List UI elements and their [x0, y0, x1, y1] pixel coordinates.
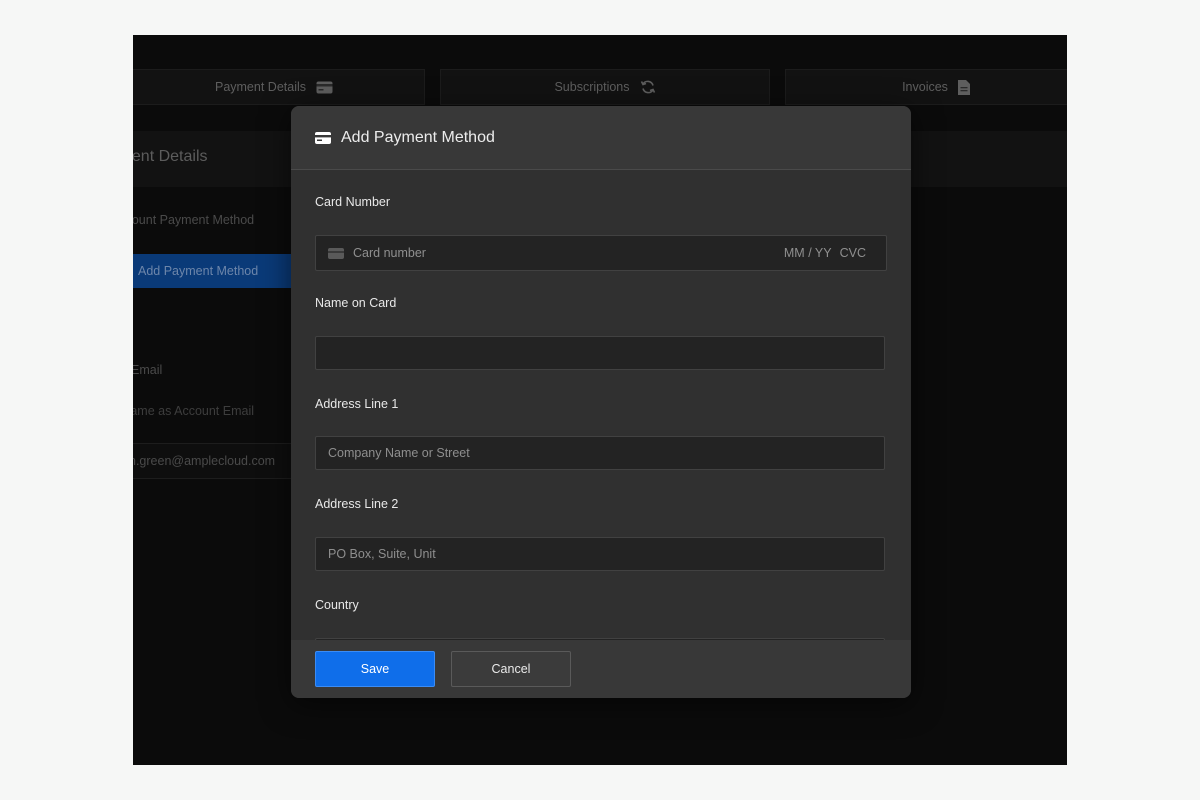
- name-on-card-field[interactable]: [315, 336, 885, 370]
- account-payment-method-label: Account Payment Method: [133, 213, 255, 227]
- card-brand-icon: [328, 247, 344, 259]
- card-expiry-placeholder: MM / YY: [783, 246, 832, 260]
- address-line-1-label: Address Line 1: [315, 397, 399, 411]
- tab-invoices[interactable]: Invoices: [785, 69, 1067, 105]
- credit-card-icon: [316, 81, 333, 94]
- country-label: Country: [315, 598, 359, 612]
- name-on-card-label: Name on Card: [315, 296, 397, 310]
- email-field[interactable]: n.green@amplecloud.com: [133, 443, 300, 479]
- address-line-2-field[interactable]: [315, 537, 885, 571]
- modal-body: Card Number Card number MM / YY CVC Name…: [291, 170, 911, 640]
- address-line-2-label: Address Line 2: [315, 497, 399, 511]
- document-icon: [957, 79, 970, 95]
- credit-card-icon: [315, 131, 331, 144]
- same-as-account-email-label: Same as Account Email: [133, 404, 255, 418]
- email-value: n.green@amplecloud.com: [133, 454, 276, 468]
- tab-subscriptions[interactable]: Subscriptions: [440, 69, 770, 105]
- card-cvc-placeholder: CVC: [839, 246, 866, 260]
- page-title: Payment Details: [133, 148, 208, 165]
- tab-payment-details[interactable]: Payment Details: [133, 69, 425, 105]
- add-payment-method-modal: Add Payment Method Card Number Card numb…: [291, 106, 911, 698]
- tab-label: Invoices: [902, 80, 948, 94]
- address-line-1-field[interactable]: [315, 436, 885, 470]
- card-number-label: Card Number: [315, 195, 391, 209]
- email-label: Email: [133, 363, 163, 377]
- modal-title: Add Payment Method: [341, 128, 495, 146]
- card-number-placeholder: Card number: [353, 246, 426, 260]
- card-number-field[interactable]: Card number MM / YY CVC: [315, 235, 887, 271]
- button-label: Add Payment Method: [138, 264, 259, 278]
- modal-footer: Save Cancel: [291, 640, 911, 698]
- tab-bar: Payment Details Subscriptions Invoices: [133, 69, 1067, 105]
- modal-header: Add Payment Method: [291, 106, 911, 170]
- tab-label: Subscriptions: [554, 80, 630, 94]
- refresh-icon: [640, 79, 656, 95]
- add-payment-method-button[interactable]: Add Payment Method: [133, 254, 293, 288]
- cancel-button[interactable]: Cancel: [451, 651, 571, 687]
- tab-label: Payment Details: [214, 80, 306, 94]
- save-button[interactable]: Save: [315, 651, 435, 687]
